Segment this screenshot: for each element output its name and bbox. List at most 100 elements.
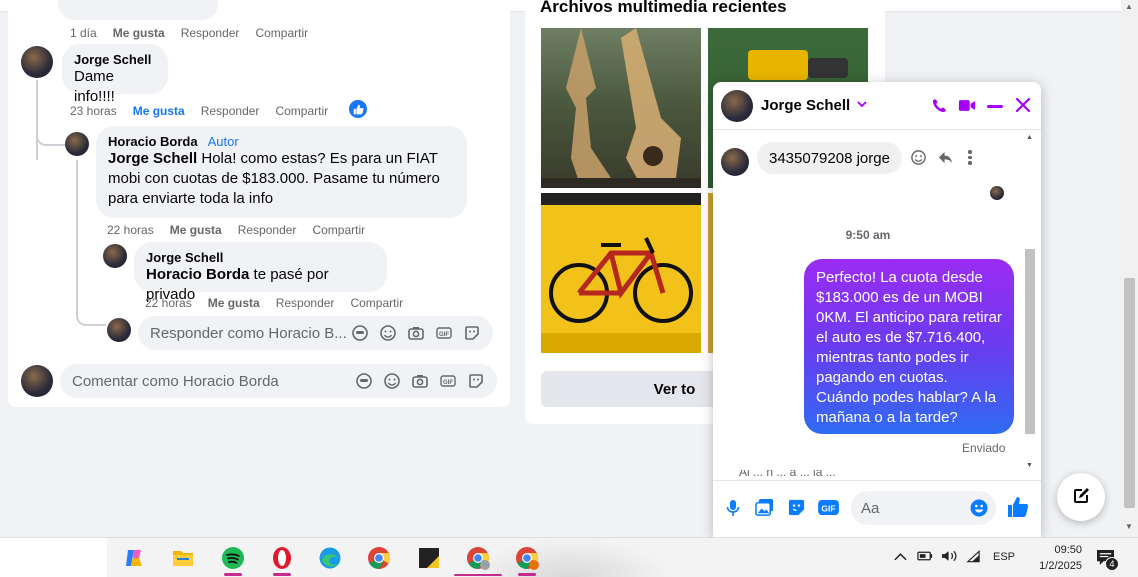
outgoing-message-text: Perfecto! La cuota desde $183.000 es de … bbox=[816, 269, 1002, 426]
avatar[interactable] bbox=[721, 148, 749, 176]
comment-author[interactable]: Jorge Schell bbox=[146, 250, 375, 265]
share-button[interactable]: Compartir bbox=[350, 296, 403, 310]
author-badge: Autor bbox=[207, 134, 239, 149]
comment-placeholder: Comentar como Horacio Borda bbox=[72, 372, 279, 390]
incoming-message[interactable]: 3435079208 jorge bbox=[757, 142, 902, 174]
media-thumbnail-guitars[interactable] bbox=[541, 28, 701, 188]
scroll-up-icon[interactable]: ▲ bbox=[1026, 134, 1033, 141]
active-indicator bbox=[454, 574, 502, 576]
avatar-sticker-icon[interactable] bbox=[355, 372, 373, 390]
reply-input[interactable]: Responder como Horacio B... GIF bbox=[138, 316, 493, 350]
chrome-icon[interactable] bbox=[365, 544, 393, 572]
close-icon[interactable] bbox=[1015, 97, 1031, 116]
reply-thread-line bbox=[76, 160, 78, 300]
volume-icon[interactable] bbox=[941, 549, 958, 566]
contact-name-button[interactable]: Jorge Schell bbox=[761, 97, 868, 114]
scroll-up-icon[interactable]: ▲ bbox=[1125, 2, 1133, 11]
share-button[interactable]: Compartir bbox=[312, 223, 365, 237]
active-indicator bbox=[518, 573, 536, 576]
camera-icon[interactable] bbox=[411, 372, 429, 390]
gif-icon[interactable]: GIF bbox=[439, 372, 457, 390]
avatar[interactable] bbox=[103, 244, 127, 268]
emoji-icon[interactable] bbox=[970, 499, 988, 521]
emoji-icon[interactable] bbox=[383, 372, 401, 390]
notification-badge: 4 bbox=[1105, 557, 1119, 571]
comment-text: Dame info!!!! bbox=[74, 68, 115, 105]
gif-icon[interactable]: GIF bbox=[435, 324, 453, 342]
share-button[interactable]: Compartir bbox=[275, 104, 328, 118]
compose-icon bbox=[1071, 486, 1091, 509]
copilot-icon[interactable] bbox=[120, 544, 148, 572]
reply-thread-curve bbox=[76, 300, 106, 326]
video-call-icon[interactable] bbox=[958, 97, 976, 117]
avatar[interactable] bbox=[65, 132, 89, 156]
reply-icon[interactable] bbox=[937, 149, 954, 169]
mention-link[interactable]: Horacio Borda bbox=[146, 266, 249, 283]
message-input-placeholder: Aa bbox=[861, 499, 880, 517]
photo-icon[interactable] bbox=[755, 498, 774, 520]
mention-link[interactable]: Jorge Schell bbox=[108, 150, 197, 167]
scroll-down-icon[interactable]: ▼ bbox=[1125, 522, 1133, 531]
comment-actions: 22 horas Me gusta Responder Compartir bbox=[107, 223, 365, 237]
outgoing-message[interactable]: Perfecto! La cuota desde $183.000 es de … bbox=[804, 259, 1014, 434]
battery-icon[interactable] bbox=[917, 550, 934, 565]
chrome-profile-icon[interactable] bbox=[513, 544, 541, 572]
message-input[interactable]: Aa bbox=[851, 491, 996, 525]
camera-icon[interactable] bbox=[407, 324, 425, 342]
scroll-thumb[interactable] bbox=[1025, 249, 1035, 434]
active-indicator bbox=[273, 573, 291, 576]
more-options-icon[interactable] bbox=[968, 150, 972, 165]
scroll-thumb[interactable] bbox=[1124, 278, 1135, 508]
like-button[interactable]: Me gusta bbox=[113, 26, 165, 40]
share-button[interactable]: Compartir bbox=[255, 26, 308, 40]
like-button[interactable]: Me gusta bbox=[133, 104, 185, 118]
emoji-icon[interactable] bbox=[379, 324, 397, 342]
opera-icon[interactable] bbox=[268, 544, 296, 572]
microphone-icon[interactable] bbox=[725, 499, 741, 520]
thumbs-up-icon[interactable] bbox=[1007, 496, 1029, 521]
new-message-button[interactable] bbox=[1057, 473, 1105, 521]
svg-text:GIF: GIF bbox=[821, 503, 835, 513]
sticker-icon[interactable] bbox=[467, 372, 485, 390]
comment-actions: 22 horas Me gusta Responder Compartir bbox=[145, 296, 403, 310]
sticker-icon[interactable] bbox=[463, 324, 481, 342]
sticky-app-icon[interactable] bbox=[415, 544, 443, 572]
react-icon[interactable] bbox=[910, 149, 927, 169]
minimize-icon[interactable] bbox=[987, 105, 1003, 108]
thread-line-curve bbox=[36, 100, 66, 146]
media-thumbnail-bike[interactable] bbox=[541, 193, 701, 353]
chrome-profile-icon[interactable] bbox=[464, 544, 492, 572]
scroll-down-icon[interactable]: ▼ bbox=[1026, 462, 1033, 469]
gif-icon[interactable]: GIF bbox=[818, 499, 839, 519]
media-title: Archivos multimedia recientes bbox=[540, 0, 787, 16]
reply-placeholder: Responder como Horacio B... bbox=[150, 324, 347, 342]
like-button[interactable]: Me gusta bbox=[170, 223, 222, 237]
avatar-sticker-icon[interactable] bbox=[351, 324, 369, 342]
spotify-icon[interactable] bbox=[219, 544, 247, 572]
reply-button[interactable]: Responder bbox=[238, 223, 297, 237]
comment-input[interactable]: Comentar como Horacio Borda GIF bbox=[60, 364, 497, 398]
like-button[interactable]: Me gusta bbox=[208, 296, 260, 310]
wifi-icon[interactable] bbox=[966, 549, 981, 566]
tray-overflow-icon[interactable] bbox=[894, 550, 907, 565]
reply-button[interactable]: Responder bbox=[276, 296, 335, 310]
phone-icon[interactable] bbox=[931, 97, 948, 117]
taskbar-background-decor bbox=[470, 538, 670, 577]
sticker-icon[interactable] bbox=[787, 498, 806, 520]
edge-icon[interactable] bbox=[316, 544, 344, 572]
avatar[interactable] bbox=[107, 318, 131, 342]
file-explorer-icon[interactable] bbox=[169, 544, 197, 572]
avatar[interactable] bbox=[21, 46, 53, 78]
comment-author[interactable]: Horacio Borda bbox=[108, 134, 198, 149]
taskbar-blank-area bbox=[0, 538, 107, 577]
chat-scrollbar[interactable]: ▲ ▼ bbox=[1023, 134, 1037, 474]
like-reaction-icon[interactable] bbox=[349, 100, 367, 118]
avatar[interactable] bbox=[21, 365, 53, 397]
language-indicator[interactable]: ESP bbox=[993, 551, 1015, 563]
avatar[interactable] bbox=[721, 90, 753, 122]
reply-button[interactable]: Responder bbox=[201, 104, 260, 118]
comment-author[interactable]: Jorge Schell bbox=[74, 52, 156, 67]
reply-button[interactable]: Responder bbox=[181, 26, 240, 40]
clock[interactable]: 09:50 1/2/2025 bbox=[1024, 542, 1082, 574]
page-scrollbar[interactable]: ▲ ▼ bbox=[1121, 0, 1138, 537]
